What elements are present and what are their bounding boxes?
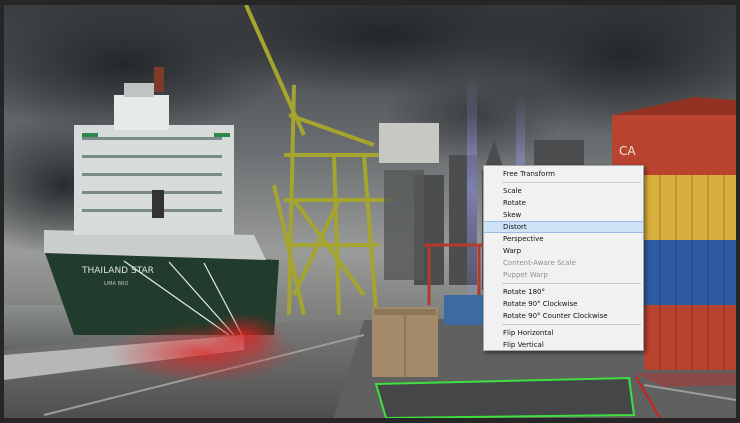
menu-item-puppet-warp[interactable]: Puppet Warp xyxy=(484,269,643,281)
menu-separator xyxy=(502,324,641,325)
menu-item-flip-vertical[interactable]: Flip Vertical xyxy=(484,339,643,351)
container-mark-text: CA xyxy=(619,144,636,158)
menu-item-skew[interactable]: Skew xyxy=(484,209,643,221)
menu-separator xyxy=(502,283,641,284)
menu-item-rotate[interactable]: Rotate xyxy=(484,197,643,209)
menu-item-distort[interactable]: Distort xyxy=(484,221,643,233)
menu-item-flip-horizontal[interactable]: Flip Horizontal xyxy=(484,327,643,339)
transform-context-menu: Free Transform Scale Rotate Skew Distort Pers… xyxy=(483,165,644,351)
menu-item-rotate-180[interactable]: Rotate 180° xyxy=(484,286,643,298)
menu-item-warp[interactable]: Warp xyxy=(484,245,643,257)
photoshop-window: THAILAND STAR LIMA BRO CA Free Transform… xyxy=(0,0,740,423)
ship-subtitle-text: LIMA BRO xyxy=(104,281,128,287)
menu-item-free-transform[interactable]: Free Transform xyxy=(484,168,643,180)
menu-separator xyxy=(502,182,641,183)
menu-item-content-aware-scale[interactable]: Content-Aware Scale xyxy=(484,257,643,269)
menu-item-scale[interactable]: Scale xyxy=(484,185,643,197)
menu-item-perspective[interactable]: Perspective xyxy=(484,233,643,245)
menu-item-rotate-90-clockwise[interactable]: Rotate 90° Clockwise xyxy=(484,298,643,310)
menu-item-rotate-90-counter-clockwise[interactable]: Rotate 90° Counter Clockwise xyxy=(484,310,643,322)
